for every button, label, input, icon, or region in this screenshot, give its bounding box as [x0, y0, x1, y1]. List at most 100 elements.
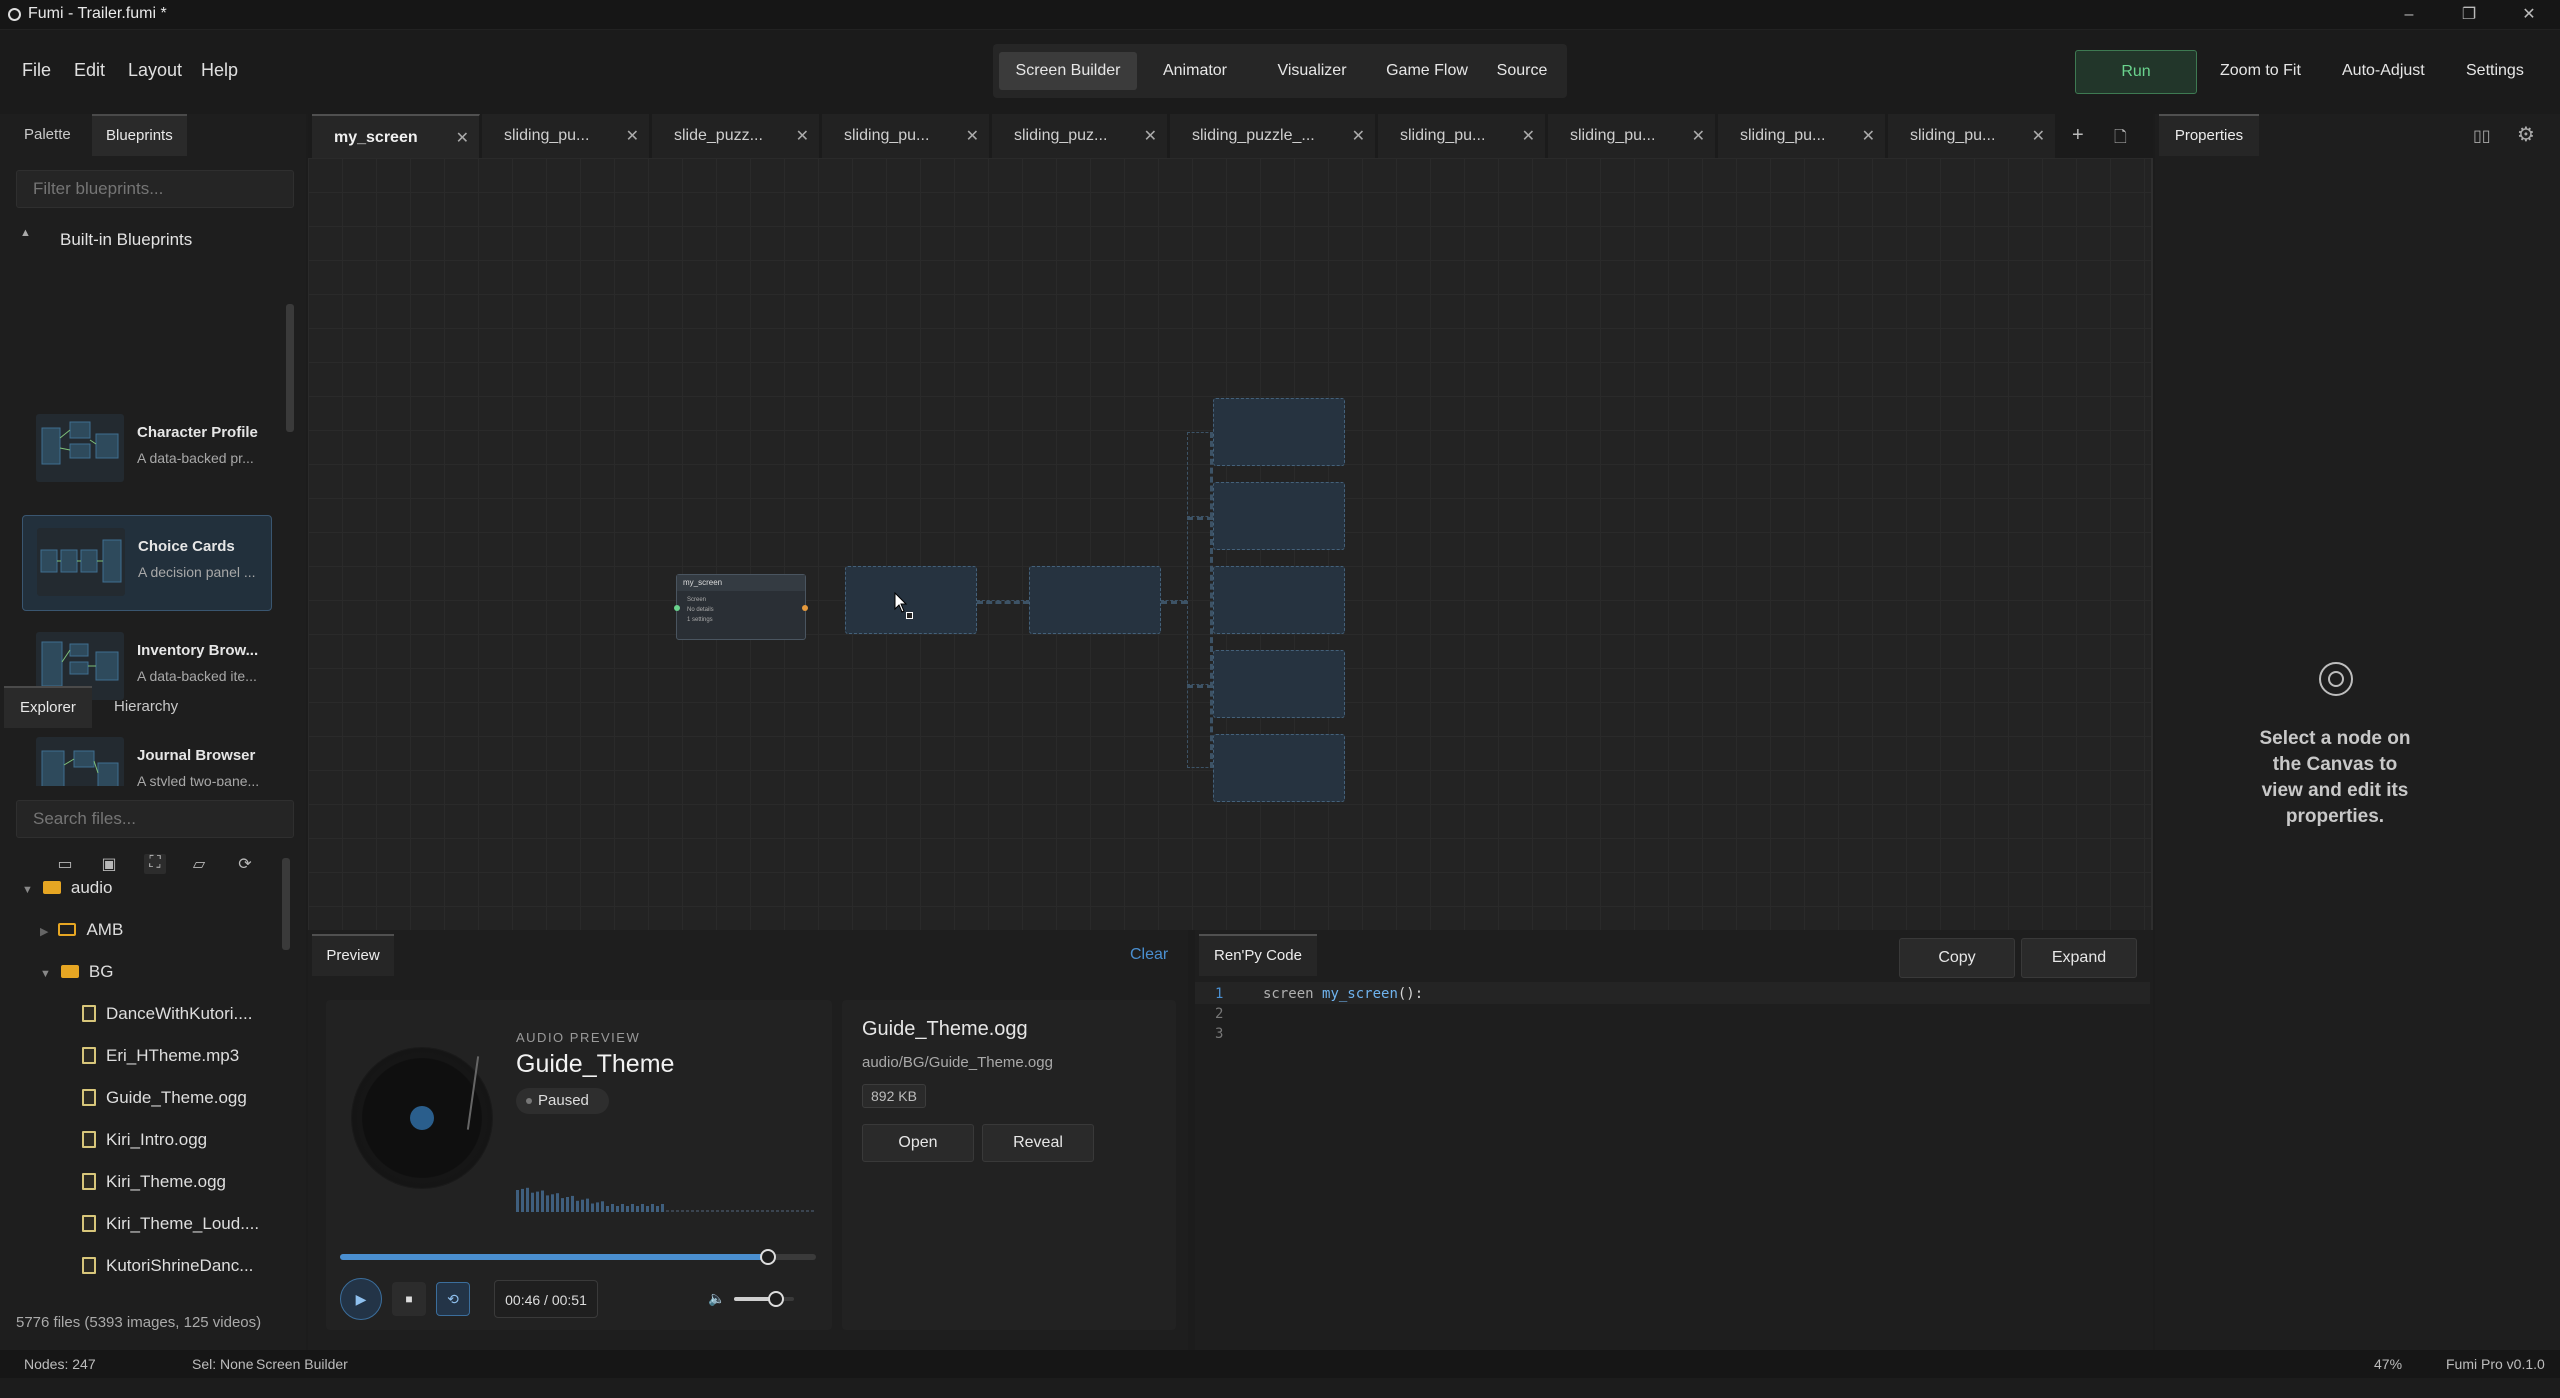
ghost-node[interactable] — [1213, 566, 1345, 634]
tab-document[interactable]: slide_puzz... ✕ — [652, 114, 820, 158]
close-tab-icon[interactable]: ✕ — [1144, 126, 1157, 146]
ghost-node[interactable] — [1213, 398, 1345, 466]
close-tab-icon[interactable]: ✕ — [626, 126, 639, 146]
play-icon[interactable]: ▶ — [340, 1278, 382, 1320]
menu-file[interactable]: File — [22, 60, 51, 81]
loop-icon[interactable]: ⟲ — [436, 1282, 470, 1316]
waveform-bar — [621, 1204, 624, 1212]
volume-slider[interactable] — [734, 1291, 794, 1307]
resize-handle-icon — [906, 612, 913, 619]
tab-document[interactable]: sliding_pu... ✕ — [822, 114, 990, 158]
blueprint-card-selected[interactable]: Choice Cards A decision panel ... — [22, 515, 272, 611]
add-tab-icon[interactable]: + — [2072, 124, 2084, 147]
settings-button[interactable]: Settings — [2466, 62, 2524, 80]
close-tab-icon[interactable]: ✕ — [1522, 126, 1535, 146]
tab-document[interactable]: sliding_pu... ✕ — [482, 114, 650, 158]
ghost-node[interactable] — [1213, 734, 1345, 802]
copy-button[interactable]: Copy — [1899, 938, 2015, 978]
tab-hierarchy[interactable]: Hierarchy — [100, 686, 192, 728]
menu-edit[interactable]: Edit — [74, 60, 105, 81]
volume-knob[interactable] — [768, 1291, 784, 1307]
tree-item-folder[interactable]: ▼ BG — [40, 962, 113, 982]
waveform-bar — [556, 1193, 559, 1212]
mode-game-flow[interactable]: Game Flow — [1375, 52, 1479, 90]
blueprint-card[interactable]: Character Profile A data-backed pr... — [22, 402, 272, 498]
close-window-button[interactable]: ✕ — [2500, 0, 2558, 30]
restore-button[interactable]: ❐ — [2440, 0, 2498, 30]
tab-document[interactable]: sliding_pu... ✕ — [1548, 114, 1716, 158]
tree-item-file[interactable]: Guide_Theme.ogg — [82, 1088, 247, 1108]
ghost-node[interactable] — [1213, 650, 1345, 718]
tab-document[interactable]: sliding_pu... ✕ — [1378, 114, 1546, 158]
layout-icon[interactable]: ▯▯ — [2473, 126, 2491, 146]
tab-renpy-code[interactable]: Ren'Py Code — [1199, 934, 1317, 976]
title-bar: Fumi - Trailer.fumi * – ❐ ✕ — [0, 0, 2560, 30]
close-tab-icon[interactable]: ✕ — [2032, 126, 2045, 146]
progress-track[interactable] — [340, 1249, 816, 1265]
ghost-node[interactable] — [1213, 482, 1345, 550]
expand-button[interactable]: Expand — [2021, 938, 2137, 978]
audio-file-icon — [82, 1131, 96, 1148]
close-tab-icon[interactable]: ✕ — [966, 126, 979, 146]
tab-document[interactable]: my_screen ✕ — [312, 114, 480, 158]
file-search-input[interactable] — [16, 800, 294, 838]
tab-document[interactable]: sliding_puz... ✕ — [992, 114, 1168, 158]
close-tab-icon[interactable]: ✕ — [1352, 126, 1365, 146]
tree-item-folder[interactable]: ▶ AMB — [40, 920, 123, 940]
progress-knob[interactable] — [760, 1249, 777, 1265]
volume-icon[interactable]: 🔈 — [708, 1290, 725, 1307]
file-tree-scrollbar[interactable] — [282, 858, 290, 950]
node-line: No details — [687, 607, 714, 613]
tab-palette[interactable]: Palette — [10, 114, 85, 156]
document-icon[interactable]: 🗋 — [2114, 126, 2127, 153]
zoom-to-fit-button[interactable]: Zoom to Fit — [2220, 62, 2301, 80]
blueprint-filter-input[interactable] — [16, 170, 294, 208]
tab-document[interactable]: sliding_puzzle_... ✕ — [1170, 114, 1376, 158]
close-tab-icon[interactable]: ✕ — [1862, 126, 1875, 146]
run-button[interactable]: Run — [2075, 50, 2197, 94]
canvas-node-root[interactable]: my_screen Screen No details 1 settings — [674, 574, 808, 640]
tab-preview[interactable]: Preview — [312, 934, 394, 976]
reveal-button[interactable]: Reveal — [982, 1124, 1094, 1162]
stop-icon[interactable]: ■ — [392, 1282, 426, 1316]
waveform-bar — [736, 1210, 739, 1212]
blueprint-scrollbar[interactable] — [286, 304, 294, 432]
canvas[interactable]: my_screen Screen No details 1 settings — [308, 158, 2153, 930]
collapse-icon[interactable]: ▲ — [20, 227, 31, 239]
node-port[interactable] — [802, 605, 808, 611]
tab-blueprints[interactable]: Blueprints — [92, 114, 187, 156]
close-tab-icon[interactable]: ✕ — [456, 128, 469, 148]
tab-document[interactable]: sliding_pu... ✕ — [1718, 114, 1886, 158]
auto-adjust-button[interactable]: Auto-Adjust — [2342, 62, 2425, 80]
mode-source[interactable]: Source — [1483, 52, 1561, 90]
time-display: 00:46 / 00:51 — [494, 1280, 598, 1318]
tab-properties[interactable]: Properties — [2159, 114, 2259, 156]
blueprint-card[interactable]: Journal Browser A styled two-pane... — [22, 725, 272, 786]
close-tab-icon[interactable]: ✕ — [1692, 126, 1705, 146]
code-line[interactable]: screen my_screen(): — [1263, 984, 1423, 1004]
menu-layout[interactable]: Layout — [128, 60, 182, 81]
status-nodes: Nodes: 247 — [24, 1356, 96, 1372]
node-port[interactable] — [674, 605, 680, 611]
node-line: Screen — [687, 597, 707, 603]
tree-item-file[interactable]: Kiri_Theme_Loud.... — [82, 1214, 259, 1234]
tree-item-file[interactable]: Kiri_Intro.ogg — [82, 1130, 207, 1150]
close-tab-icon[interactable]: ✕ — [796, 126, 809, 146]
tree-item-file[interactable]: Kiri_Theme.ogg — [82, 1172, 226, 1192]
mode-visualizer[interactable]: Visualizer — [1253, 52, 1371, 90]
minimize-button[interactable]: – — [2380, 0, 2438, 30]
menu-help[interactable]: Help — [201, 60, 238, 81]
waveform-bar — [521, 1188, 524, 1212]
gear-icon[interactable]: ⚙ — [2517, 122, 2535, 147]
ghost-node[interactable] — [1029, 566, 1161, 634]
open-button[interactable]: Open — [862, 1124, 974, 1162]
mode-animator[interactable]: Animator — [1141, 52, 1249, 90]
tab-document[interactable]: sliding_pu... ✕ — [1888, 114, 2056, 158]
tree-item-file[interactable]: DanceWithKutori.... — [82, 1004, 252, 1024]
tab-explorer[interactable]: Explorer — [4, 686, 92, 728]
tree-item-file[interactable]: KutoriShrineDanc... — [82, 1256, 253, 1276]
tree-item-folder[interactable]: ▼ audio — [22, 878, 113, 898]
clear-button[interactable]: Clear — [1130, 946, 1168, 964]
tree-item-file[interactable]: Eri_HTheme.mp3 — [82, 1046, 239, 1066]
mode-screen-builder[interactable]: Screen Builder — [999, 52, 1137, 90]
